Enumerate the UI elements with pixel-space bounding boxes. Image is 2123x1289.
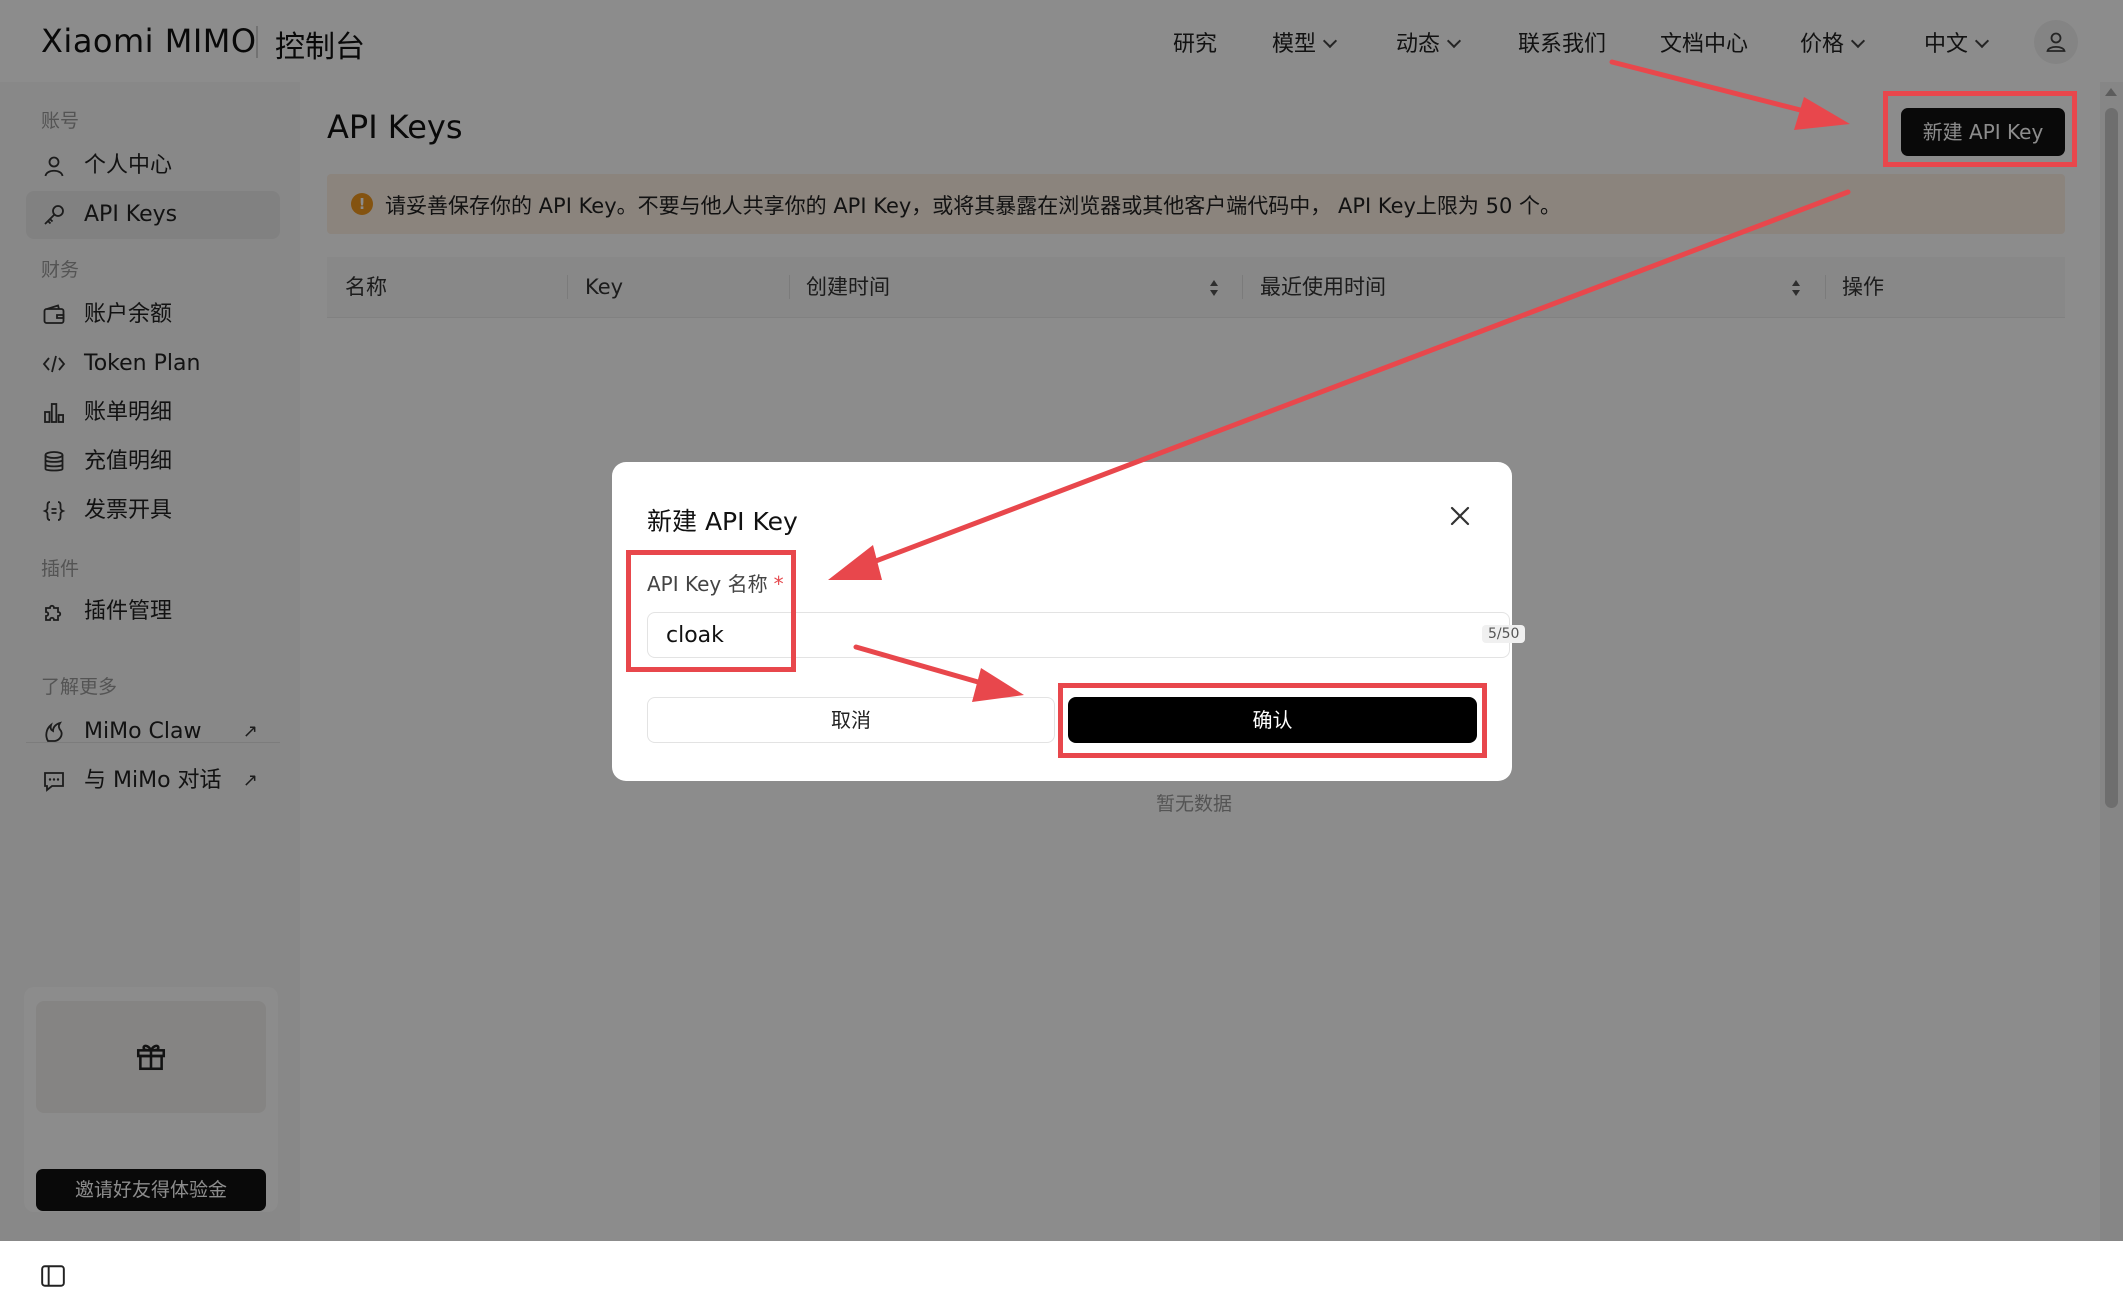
sidebar-collapse-icon[interactable] bbox=[40, 1263, 66, 1289]
annotation-arrows bbox=[828, 59, 1851, 702]
arrow-head bbox=[828, 545, 882, 580]
arrow-head bbox=[1794, 97, 1850, 130]
arrow-head bbox=[972, 668, 1024, 702]
